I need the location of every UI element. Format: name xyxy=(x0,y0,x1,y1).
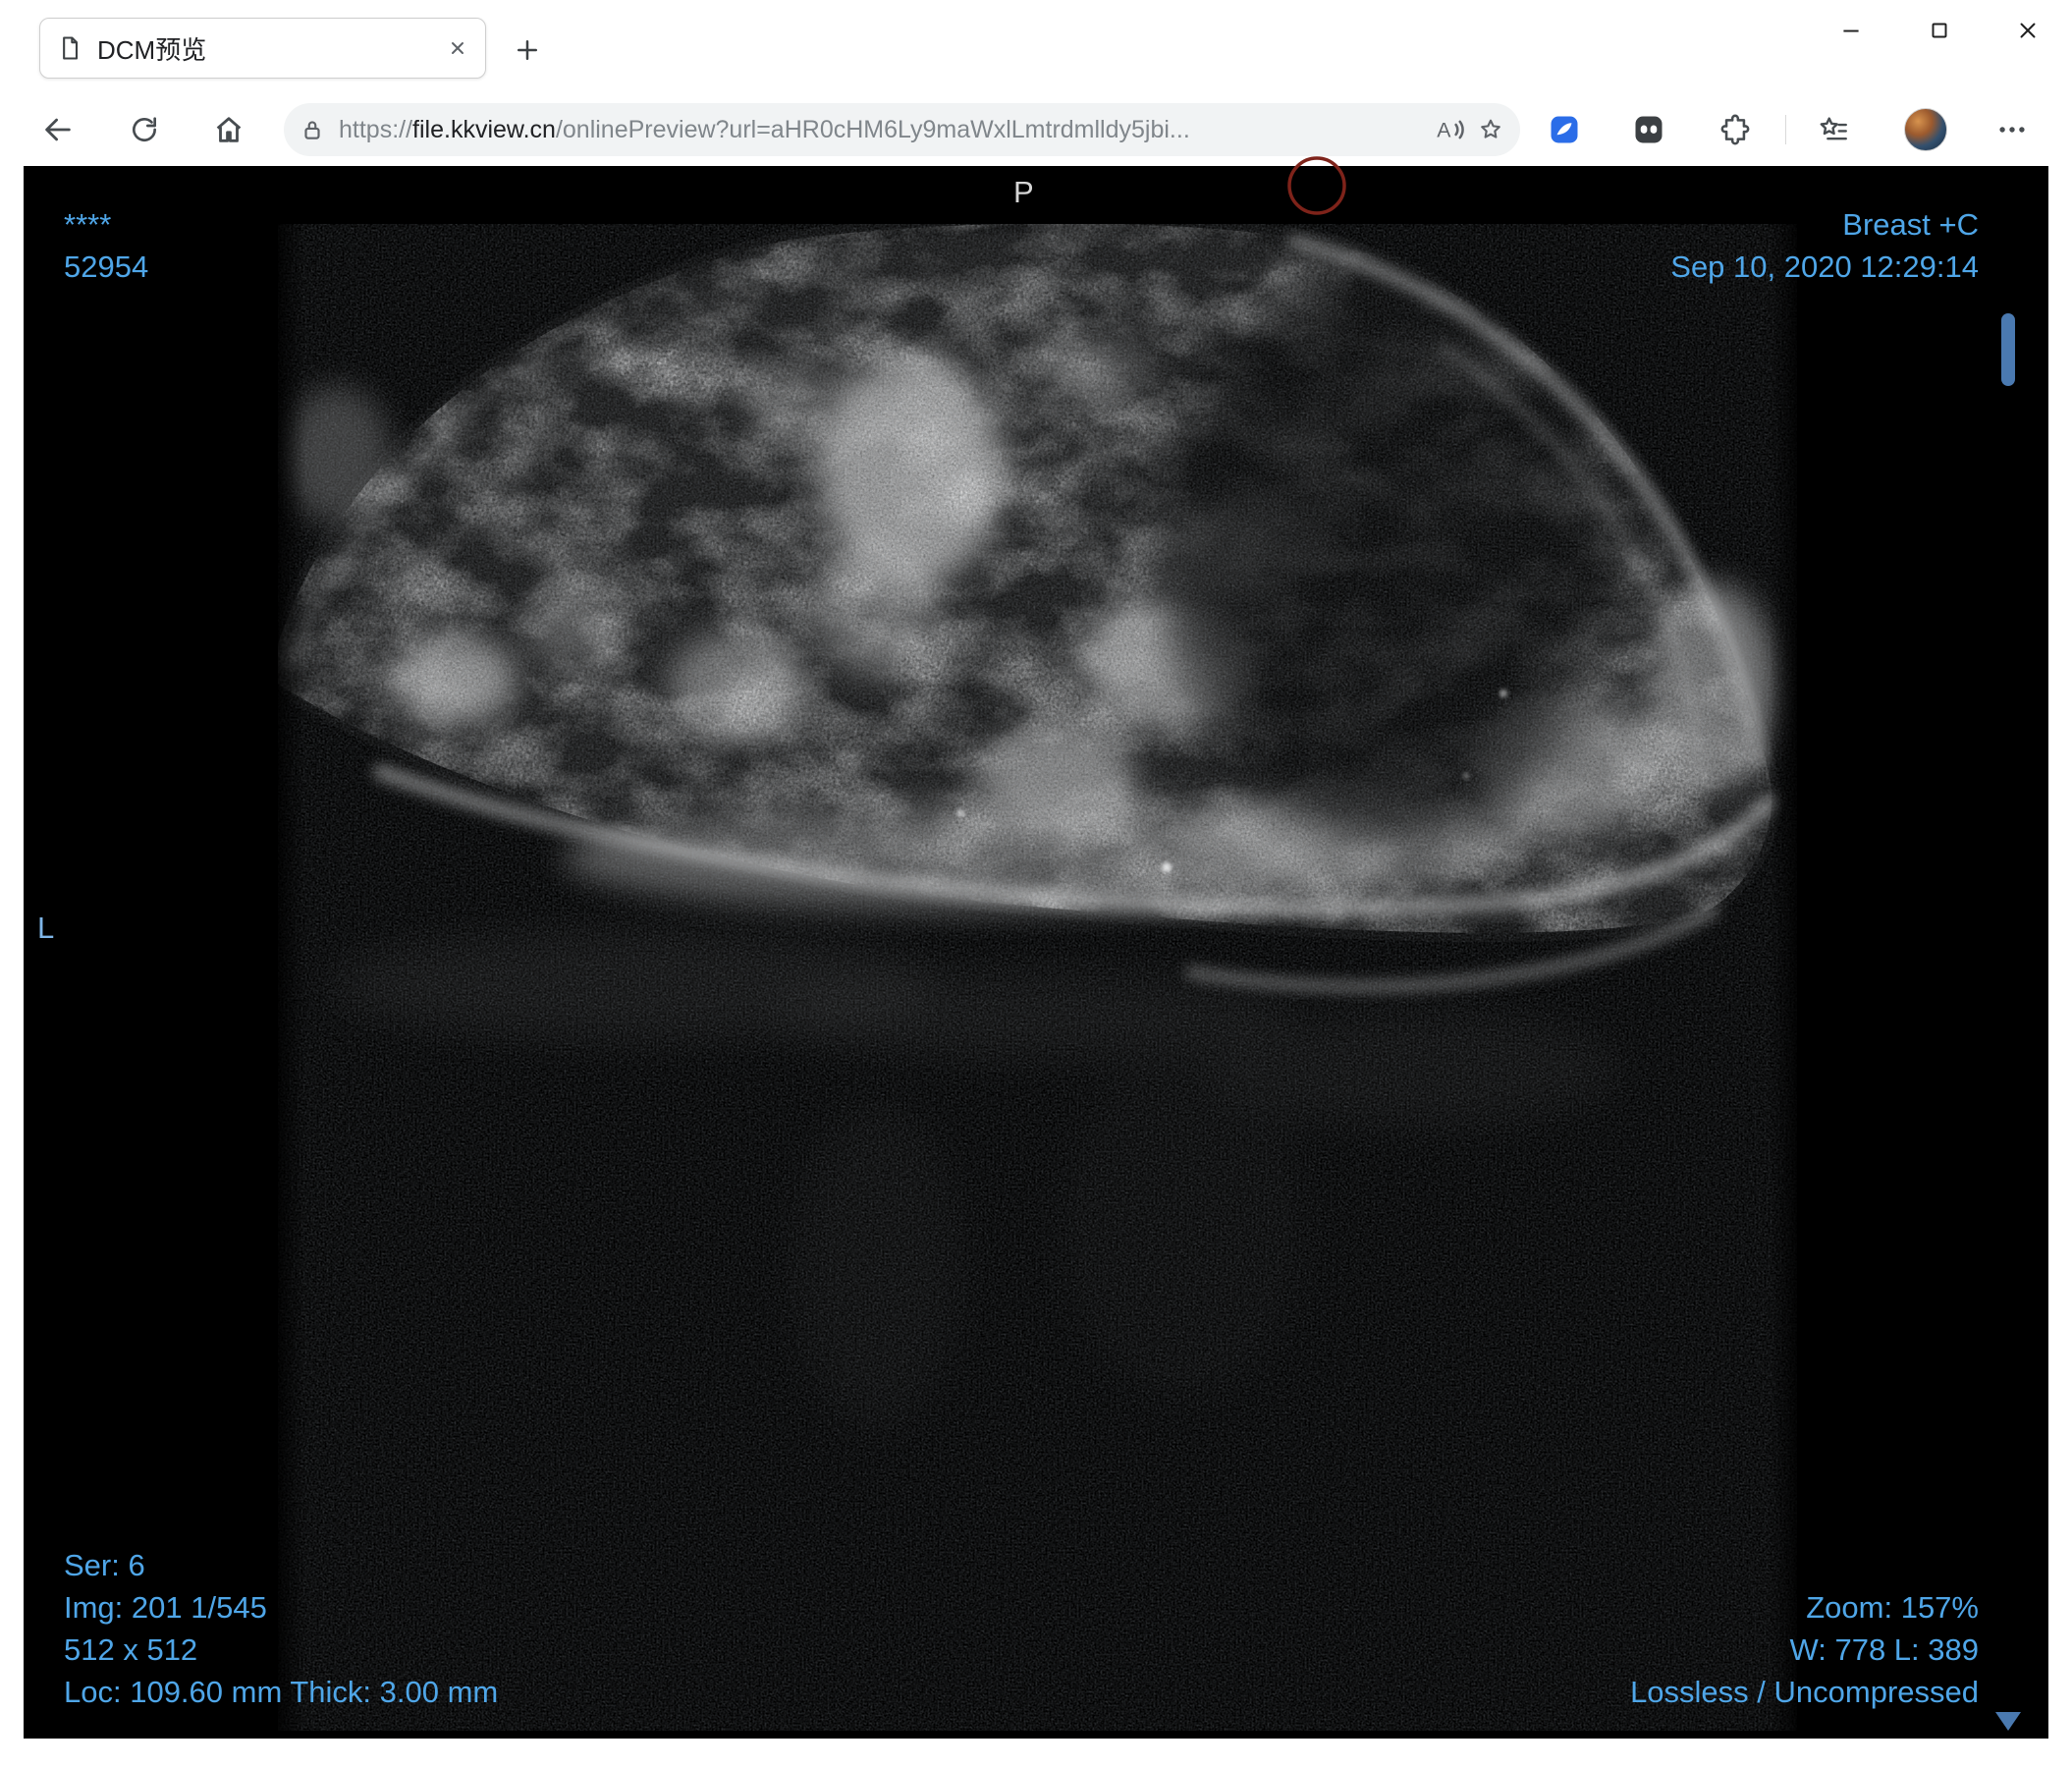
url-domain: file.kkview.cn xyxy=(412,115,556,143)
orientation-marker-p: P xyxy=(1013,175,1034,209)
svg-text:A: A xyxy=(1437,119,1451,142)
new-tab-button[interactable] xyxy=(505,28,550,73)
close-button[interactable] xyxy=(1984,0,2072,61)
url-scheme: https:// xyxy=(339,115,413,143)
display-info-overlay: Zoom: 157% W: 778 L: 389 Lossless / Unco… xyxy=(1630,1586,1979,1713)
image-matrix: 512 x 512 xyxy=(64,1632,198,1667)
tab-close-icon[interactable] xyxy=(446,36,469,60)
orientation-marker-l: L xyxy=(37,911,55,945)
translate-extension-icon[interactable] xyxy=(1544,109,1585,150)
zoom-level: Zoom: 157% xyxy=(1806,1590,1979,1625)
window-controls xyxy=(1807,0,2072,61)
url-text: https://file.kkview.cn/onlinePreview?url… xyxy=(339,116,1424,144)
patient-id: 52954 xyxy=(64,249,149,284)
read-aloud-icon[interactable]: A xyxy=(1436,115,1465,144)
page-content: **** 52954 Breast +C Sep 10, 2020 12:29:… xyxy=(0,159,2072,1768)
favorites-hub-icon[interactable] xyxy=(1813,109,1854,150)
image-number: Img: 201 1/545 xyxy=(64,1590,267,1625)
slice-scrollbar-thumb[interactable] xyxy=(2001,313,2015,386)
scroll-down-arrow-icon[interactable] xyxy=(1995,1712,2021,1731)
toolbar-divider xyxy=(1785,115,1786,144)
page-document-icon xyxy=(56,34,83,62)
patient-name: **** xyxy=(64,207,112,242)
annotation-circle xyxy=(1287,156,1346,215)
study-info-overlay: Breast +C Sep 10, 2020 12:29:14 xyxy=(1670,203,1979,288)
window-level: W: 778 L: 389 xyxy=(1789,1632,1979,1667)
slice-location: Loc: 109.60 mm Thick: 3.00 mm xyxy=(64,1675,499,1709)
minimize-button[interactable] xyxy=(1807,0,1895,61)
tampermonkey-extension-icon[interactable] xyxy=(1628,109,1669,150)
mri-image[interactable] xyxy=(278,224,1797,1731)
study-datetime: Sep 10, 2020 12:29:14 xyxy=(1670,249,1979,284)
tab-title: DCM预览 xyxy=(97,34,207,65)
url-path: /onlinePreview?url=aHR0cHM6Ly9maWxlLmtrd… xyxy=(555,115,1190,143)
tab-strip: DCM预览 xyxy=(0,0,2072,99)
home-button[interactable] xyxy=(206,107,251,152)
maximize-button[interactable] xyxy=(1895,0,1984,61)
profile-avatar[interactable] xyxy=(1904,108,1947,151)
series-info-overlay: Ser: 6 Img: 201 1/545 512 x 512 Loc: 109… xyxy=(64,1544,498,1713)
patient-info-overlay: **** 52954 xyxy=(64,203,148,288)
extensions-puzzle-icon[interactable] xyxy=(1715,109,1756,150)
series-number: Ser: 6 xyxy=(64,1548,145,1582)
compression-info: Lossless / Uncompressed xyxy=(1630,1675,1979,1709)
settings-menu-icon[interactable] xyxy=(1991,109,2033,150)
lock-icon[interactable] xyxy=(300,117,325,142)
dicom-viewer[interactable]: **** 52954 Breast +C Sep 10, 2020 12:29:… xyxy=(24,166,2048,1739)
tab-dcm-preview[interactable]: DCM预览 xyxy=(39,18,486,79)
address-bar[interactable]: https://file.kkview.cn/onlinePreview?url… xyxy=(284,103,1520,156)
back-button[interactable] xyxy=(35,107,81,152)
study-description: Breast +C xyxy=(1842,207,1979,242)
browser-toolbar: https://file.kkview.cn/onlinePreview?url… xyxy=(0,99,2072,159)
refresh-button[interactable] xyxy=(122,107,167,152)
favorite-star-icon[interactable] xyxy=(1477,116,1504,143)
